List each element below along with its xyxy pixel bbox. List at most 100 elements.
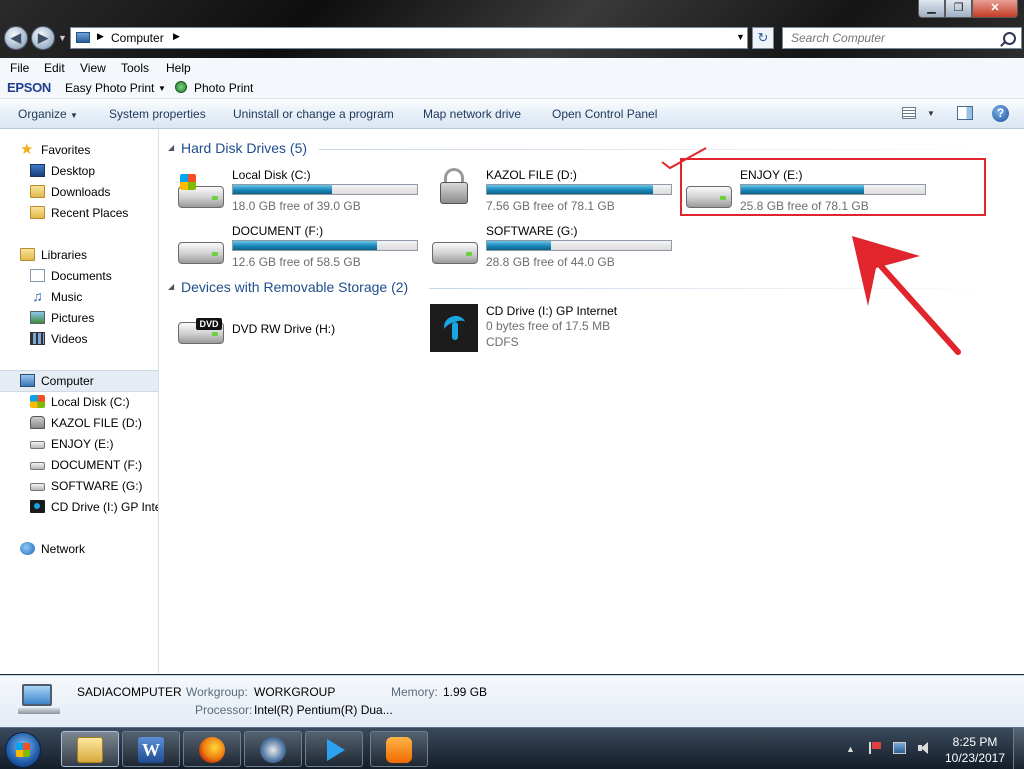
recent-pages-chevron-down-icon[interactable]: ▼ bbox=[58, 33, 67, 43]
nav-music[interactable]: ♫ Music bbox=[0, 287, 158, 307]
preview-pane-icon[interactable] bbox=[957, 106, 973, 120]
taskbar-explorer-button[interactable] bbox=[61, 731, 119, 767]
drive-f[interactable]: DOCUMENT (F:) 12.6 GB free of 58.5 GB bbox=[178, 222, 428, 272]
nav-music-label: Music bbox=[51, 290, 83, 304]
photo-print-icon[interactable] bbox=[175, 81, 187, 93]
uninstall-program-button[interactable]: Uninstall or change a program bbox=[233, 107, 394, 121]
taskbar-uc-browser-button[interactable] bbox=[370, 731, 428, 767]
locked-drive-icon bbox=[30, 416, 45, 429]
refresh-button[interactable]: ↻ bbox=[752, 27, 774, 49]
menu-view[interactable]: View bbox=[80, 61, 106, 75]
hard-drive-icon bbox=[30, 462, 45, 470]
nav-network[interactable]: Network bbox=[0, 539, 158, 559]
map-network-drive-button[interactable]: Map network drive bbox=[423, 107, 521, 121]
network-tray-icon[interactable] bbox=[893, 742, 906, 754]
media-player-icon bbox=[260, 737, 286, 763]
nav-documents[interactable]: Documents bbox=[0, 266, 158, 286]
nav-drive-i-label: CD Drive (I:) GP Inter bbox=[51, 500, 159, 514]
show-hidden-icons-chevron-up-icon[interactable]: ▲ bbox=[846, 744, 855, 754]
word-icon: W bbox=[138, 737, 164, 763]
epson-toolbar: EPSON Easy Photo Print ▼ Photo Print bbox=[0, 78, 1024, 99]
change-view-icon[interactable] bbox=[902, 107, 916, 119]
nav-drive-e[interactable]: ENJOY (E:) bbox=[0, 434, 158, 454]
photo-print-button[interactable]: Photo Print bbox=[194, 81, 253, 95]
nav-drive-f[interactable]: DOCUMENT (F:) bbox=[0, 455, 158, 475]
search-icon[interactable] bbox=[1003, 32, 1016, 45]
clock-date[interactable]: 10/23/2017 bbox=[940, 751, 1010, 765]
nav-recent-places[interactable]: Recent Places bbox=[0, 203, 158, 223]
processor-label: Processor: bbox=[195, 703, 253, 717]
nav-downloads[interactable]: Downloads bbox=[0, 182, 158, 202]
menu-help[interactable]: Help bbox=[166, 61, 191, 75]
hard-drive-icon bbox=[30, 441, 45, 449]
open-control-panel-button[interactable]: Open Control Panel bbox=[552, 107, 657, 121]
easy-photo-print-button[interactable]: Easy Photo Print bbox=[65, 81, 154, 95]
nav-drive-i[interactable]: CD Drive (I:) GP Inter bbox=[0, 497, 158, 517]
memory-label: Memory: bbox=[391, 685, 438, 699]
menu-file[interactable]: File bbox=[10, 61, 29, 75]
gp-internet-icon bbox=[30, 500, 45, 513]
back-button[interactable]: ◀ bbox=[4, 26, 28, 50]
drive-usage-fill bbox=[233, 241, 377, 250]
menu-tools[interactable]: Tools bbox=[121, 61, 149, 75]
taskbar-firefox-button[interactable] bbox=[183, 731, 241, 767]
search-input[interactable] bbox=[789, 30, 993, 46]
organize-chevron-down-icon: ▼ bbox=[70, 111, 78, 120]
action-center-flag-icon[interactable] bbox=[869, 742, 882, 754]
address-bar[interactable]: ▶ Computer ▶ ▼ bbox=[70, 27, 748, 49]
nav-videos[interactable]: Videos bbox=[0, 329, 158, 349]
organize-button[interactable]: Organize ▼ bbox=[18, 107, 78, 121]
nav-pictures[interactable]: Pictures bbox=[0, 308, 158, 328]
maximize-button[interactable]: ❐ bbox=[945, 0, 972, 18]
menu-edit[interactable]: Edit bbox=[44, 61, 65, 75]
taskbar-play-button[interactable] bbox=[305, 731, 363, 767]
group-header-removable-storage[interactable]: Devices with Removable Storage (2) bbox=[181, 279, 408, 295]
epson-logo: EPSON bbox=[7, 80, 52, 95]
address-history-chevron-down-icon[interactable]: ▼ bbox=[736, 32, 745, 42]
nav-favorites[interactable]: ★ Favorites bbox=[0, 140, 158, 160]
view-options-chevron-down-icon[interactable]: ▼ bbox=[927, 109, 935, 118]
close-button[interactable]: ✕ bbox=[972, 0, 1018, 18]
nav-libraries[interactable]: Libraries bbox=[0, 245, 158, 265]
taskbar-word-button[interactable]: W bbox=[122, 731, 180, 767]
drive-name: KAZOL FILE (D:) bbox=[486, 168, 577, 182]
breadcrumb-computer[interactable]: Computer bbox=[111, 31, 164, 45]
easy-photo-print-chevron-down-icon[interactable]: ▼ bbox=[158, 84, 166, 93]
libraries-icon bbox=[20, 248, 35, 261]
nav-drive-g[interactable]: SOFTWARE (G:) bbox=[0, 476, 158, 496]
windows-hard-drive-icon bbox=[178, 174, 224, 210]
drive-g[interactable]: SOFTWARE (G:) 28.8 GB free of 44.0 GB bbox=[432, 222, 682, 272]
drive-usage-fill bbox=[487, 185, 653, 194]
start-button[interactable] bbox=[5, 732, 41, 768]
show-desktop-button[interactable] bbox=[1013, 728, 1024, 769]
group-header-hard-disk-drives[interactable]: Hard Disk Drives (5) bbox=[181, 140, 307, 156]
computer-icon bbox=[18, 684, 60, 714]
nav-computer[interactable]: Computer bbox=[0, 370, 158, 392]
nav-drive-c[interactable]: Local Disk (C:) bbox=[0, 392, 158, 412]
nav-drive-d[interactable]: KAZOL FILE (D:) bbox=[0, 413, 158, 433]
nav-desktop[interactable]: Desktop bbox=[0, 161, 158, 181]
minimize-button[interactable]: ▁ bbox=[918, 0, 945, 18]
system-properties-button[interactable]: System properties bbox=[109, 107, 206, 121]
drive-i[interactable]: CD Drive (I:) GP Internet 0 bytes free o… bbox=[430, 302, 682, 368]
breadcrumb-separator-icon[interactable]: ▶ bbox=[173, 31, 180, 42]
help-icon[interactable]: ? bbox=[992, 105, 1009, 122]
navigation-pane: ★ Favorites Desktop Downloads Recent Pla… bbox=[0, 129, 159, 674]
drive-usage-bar bbox=[486, 240, 672, 251]
uc-browser-icon bbox=[386, 737, 412, 763]
taskbar-media-player-button[interactable] bbox=[244, 731, 302, 767]
clock-time[interactable]: 8:25 PM bbox=[950, 735, 1000, 749]
drive-c[interactable]: Local Disk (C:) 18.0 GB free of 39.0 GB bbox=[178, 166, 428, 216]
hard-drive-icon bbox=[432, 230, 478, 266]
forward-button[interactable]: ▶ bbox=[31, 26, 55, 50]
computer-icon bbox=[20, 374, 35, 387]
drive-h[interactable]: DVD DVD RW Drive (H:) bbox=[178, 302, 428, 352]
drive-d[interactable]: KAZOL FILE (D:) 7.56 GB free of 78.1 GB bbox=[432, 166, 682, 216]
drive-usage-bar bbox=[486, 184, 672, 195]
collapse-group-icon[interactable]: ◢ bbox=[168, 143, 174, 152]
breadcrumb-separator-icon[interactable]: ▶ bbox=[97, 31, 104, 42]
taskbar: W ▲ 8:25 PM 10/23/2017 bbox=[0, 727, 1024, 769]
search-box[interactable] bbox=[782, 27, 1022, 49]
collapse-group-icon[interactable]: ◢ bbox=[168, 282, 174, 291]
volume-icon[interactable] bbox=[918, 742, 931, 754]
